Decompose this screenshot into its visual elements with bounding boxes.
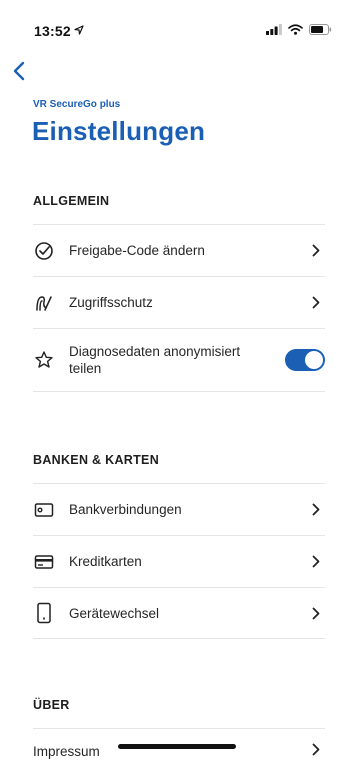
check-circle-icon [33,240,55,262]
settings-item-bankverbindungen[interactable]: Bankverbindungen [33,483,325,535]
page-title: Einstellungen [32,116,206,146]
settings-item-label: Freigabe-Code ändern [69,243,205,258]
battery-icon [309,24,332,35]
chevron-right-icon [309,296,323,309]
section-heading-ueber: ÜBER [33,698,70,712]
chevron-right-icon [309,743,323,756]
section-heading-banken-karten: BANKEN & KARTEN [33,453,160,467]
settings-item-geraetewechsel[interactable]: Gerätewechsel [33,587,325,639]
settings-item-label: Diagnosedaten anonymisiert teilen [69,344,241,376]
settings-item-label: Zugriffsschutz [69,295,153,310]
settings-item-label: Kreditkarten [69,554,142,569]
status-time: 13:52 [34,23,71,39]
star-icon [33,349,55,371]
back-button[interactable] [8,58,30,84]
status-bar: 13:52 [0,0,352,44]
section-heading-allgemein: ALLGEMEIN [33,194,110,208]
chevron-left-icon [13,61,25,81]
signal-icon [266,24,282,35]
phone-icon [33,602,55,624]
settings-item-freigabe-code[interactable]: Freigabe-Code ändern [33,224,325,276]
wifi-icon [288,24,303,35]
settings-item-label: Bankverbindungen [69,502,182,517]
chevron-right-icon [309,244,323,257]
settings-item-kreditkarten[interactable]: Kreditkarten [33,535,325,587]
status-icons [266,24,332,35]
chevron-right-icon [309,607,323,620]
toggle-knob [305,351,323,369]
bank-card-icon [33,499,55,521]
chevron-right-icon [309,555,323,568]
settings-item-diagnosedaten[interactable]: Diagnosedaten anonymisiert teilen [33,328,325,392]
location-arrow-icon [74,25,84,35]
diagnosedaten-toggle[interactable] [285,349,325,371]
settings-item-zugriffsschutz[interactable]: Zugriffsschutz [33,276,325,328]
home-indicator [118,744,236,749]
app-name: VR SecureGo plus [33,99,121,110]
chevron-right-icon [309,503,323,516]
fingerprint-icon [33,292,55,314]
credit-card-icon [33,551,55,573]
settings-item-label: Gerätewechsel [69,605,160,621]
